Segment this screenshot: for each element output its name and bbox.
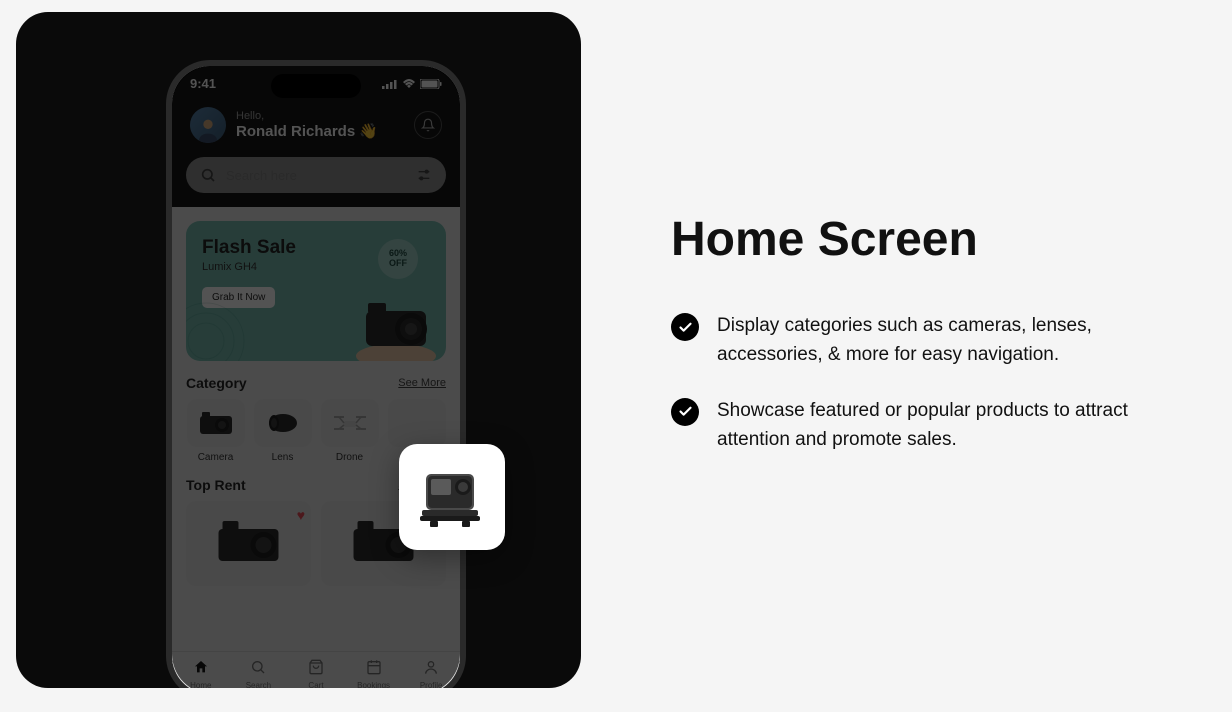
rent-card[interactable]: ♥ bbox=[186, 501, 311, 586]
user-name: Ronald Richards 👋 bbox=[236, 122, 404, 140]
decor-circles-icon bbox=[186, 301, 246, 361]
bullet-item: Showcase featured or popular products to… bbox=[671, 396, 1156, 455]
bell-icon bbox=[421, 118, 435, 132]
product-camera-icon bbox=[194, 509, 303, 569]
nav-label: Bookings bbox=[345, 681, 403, 688]
filter-icon[interactable] bbox=[416, 167, 432, 183]
bullet-text: Display categories such as cameras, lens… bbox=[717, 311, 1156, 370]
nav-label: Search bbox=[230, 681, 288, 688]
notification-button[interactable] bbox=[414, 111, 442, 139]
heart-icon[interactable]: ♥ bbox=[297, 507, 305, 523]
category-label: Camera bbox=[186, 452, 245, 463]
bullet-item: Display categories such as cameras, lens… bbox=[671, 311, 1156, 370]
avatar[interactable] bbox=[190, 107, 226, 143]
top-rent-title: Top Rent bbox=[186, 477, 246, 493]
nav-label: Home bbox=[172, 681, 230, 688]
category-item-lens[interactable]: Lens bbox=[253, 399, 312, 463]
category-popout bbox=[399, 444, 505, 550]
app-header: Hello, Ronald Richards 👋 bbox=[172, 97, 460, 157]
greeting-label: Hello, bbox=[236, 110, 404, 122]
drone-icon bbox=[330, 411, 370, 435]
nav-label: Cart bbox=[287, 681, 345, 688]
bullet-text: Showcase featured or popular products to… bbox=[717, 396, 1156, 455]
category-item-camera[interactable]: Camera bbox=[186, 399, 245, 463]
calendar-icon bbox=[366, 659, 382, 675]
check-icon bbox=[671, 313, 699, 341]
signal-icon bbox=[382, 79, 398, 89]
bottom-nav: Home Search Cart Bookings bbox=[172, 651, 460, 688]
page-title: Home Screen bbox=[671, 212, 1156, 267]
greeting: Hello, Ronald Richards 👋 bbox=[236, 110, 404, 140]
phone-frame: 9:41 Hello, Ronald Richards 👋 bbox=[166, 60, 466, 688]
nav-profile[interactable]: Profile bbox=[402, 659, 460, 688]
nav-home[interactable]: Home bbox=[172, 659, 230, 688]
nav-label: Profile bbox=[402, 681, 460, 688]
category-see-more[interactable]: See More bbox=[398, 377, 446, 389]
nav-bookings[interactable]: Bookings bbox=[345, 659, 403, 688]
category-title: Category bbox=[186, 375, 247, 391]
action-camera-icon bbox=[416, 464, 488, 530]
description-panel: Home Screen Display categories such as c… bbox=[581, 12, 1216, 688]
search-icon bbox=[250, 659, 266, 675]
badge-off: OFF bbox=[389, 259, 407, 269]
profile-icon bbox=[423, 659, 439, 675]
wifi-icon bbox=[402, 79, 416, 89]
phone-notch bbox=[271, 74, 361, 98]
category-label: Lens bbox=[253, 452, 312, 463]
category-label: Drone bbox=[320, 452, 379, 463]
camera-image bbox=[336, 281, 446, 361]
category-item-drone[interactable]: Drone bbox=[320, 399, 379, 463]
phone-preview-panel: 9:41 Hello, Ronald Richards 👋 bbox=[16, 12, 581, 688]
nav-cart[interactable]: Cart bbox=[287, 659, 345, 688]
battery-icon bbox=[420, 79, 442, 89]
presentation-card: 9:41 Hello, Ronald Richards 👋 bbox=[16, 12, 1216, 688]
cart-icon bbox=[308, 659, 324, 675]
search-bar[interactable] bbox=[186, 157, 446, 193]
search-input[interactable] bbox=[226, 168, 406, 183]
status-icons bbox=[382, 79, 442, 89]
home-icon bbox=[193, 659, 209, 675]
nav-search[interactable]: Search bbox=[230, 659, 288, 688]
discount-badge: 60% OFF bbox=[378, 239, 418, 279]
category-header: Category See More bbox=[186, 375, 446, 391]
phone-screen: 9:41 Hello, Ronald Richards 👋 bbox=[172, 66, 460, 688]
lens-icon bbox=[265, 410, 301, 436]
camera-icon bbox=[198, 410, 234, 436]
status-time: 9:41 bbox=[190, 76, 216, 91]
check-icon bbox=[671, 398, 699, 426]
search-icon bbox=[200, 167, 216, 183]
promo-card[interactable]: Flash Sale Lumix GH4 Grab It Now 60% OFF bbox=[186, 221, 446, 361]
